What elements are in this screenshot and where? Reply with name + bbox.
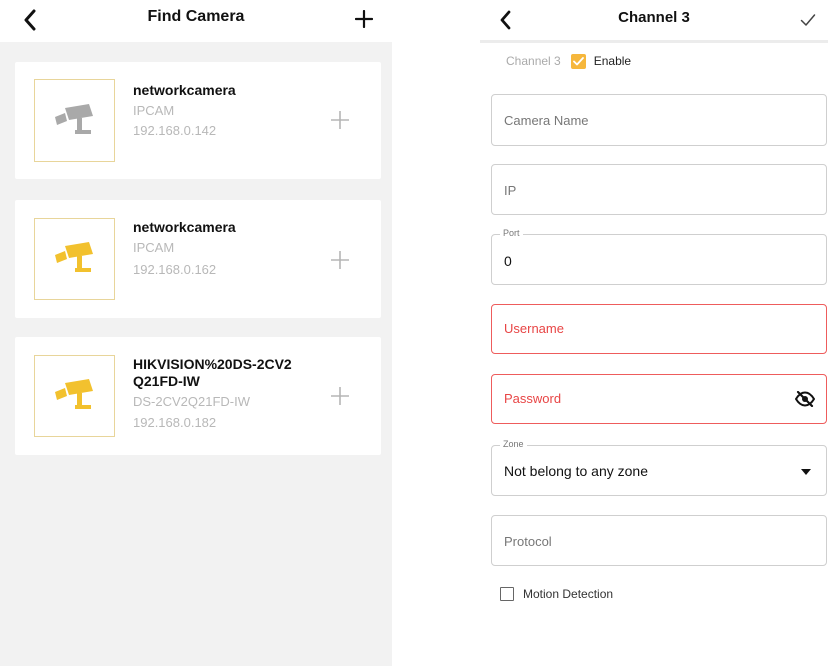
find-camera-header: Find Camera	[0, 0, 392, 42]
motion-detection-checkbox[interactable]	[500, 587, 514, 601]
zone-label: Zone	[500, 439, 527, 449]
camera-icon	[54, 379, 93, 409]
page-title: Channel 3	[618, 9, 690, 26]
camera-name-field[interactable]: Camera Name	[491, 94, 827, 146]
port-label: Port	[500, 228, 523, 238]
enable-row: Channel 3 Enable	[506, 53, 631, 69]
plus-icon	[331, 111, 349, 129]
camera-thumbnail	[34, 79, 115, 162]
camera-model: DS-2CV2Q21FD-IW	[133, 394, 251, 409]
camera-ip: 192.168.0.182	[133, 415, 217, 430]
camera-name: networkcamera	[133, 219, 236, 235]
plus-icon	[355, 10, 373, 28]
camera-list-item[interactable]: networkcamera IPCAM 192.168.0.142	[15, 62, 381, 179]
camera-list-item[interactable]: networkcamera IPCAM 192.168.0.162	[15, 200, 381, 318]
username-field[interactable]: Username	[491, 304, 827, 354]
checkmark-icon	[572, 56, 584, 65]
add-camera-button[interactable]	[350, 4, 378, 34]
enable-label: Enable	[593, 54, 632, 68]
header-divider	[480, 40, 828, 43]
camera-list: networkcamera IPCAM 192.168.0.142 networ…	[0, 42, 392, 666]
enable-checkbox[interactable]	[570, 53, 586, 69]
camera-icon	[54, 242, 93, 272]
protocol-field[interactable]: Protocol	[491, 515, 827, 566]
camera-list-item[interactable]: HIKVISION%20DS-2CV2 Q21FD-IW DS-2CV2Q21F…	[15, 337, 381, 455]
camera-model: IPCAM	[133, 240, 175, 255]
caret-down-icon	[800, 466, 812, 478]
channel-settings-screen: Channel 3 Channel 3 Enable Camera Name I…	[480, 0, 828, 612]
checkmark-icon	[800, 14, 816, 26]
plus-icon	[331, 251, 349, 269]
toggle-password-visibility[interactable]	[794, 388, 816, 410]
camera-ip: 192.168.0.162	[133, 262, 217, 277]
camera-name: HIKVISION%20DS-2CV2 Q21FD-IW	[133, 356, 292, 389]
motion-detection-label: Motion Detection	[523, 587, 614, 601]
password-field[interactable]: Password	[491, 374, 827, 424]
plus-icon	[331, 387, 349, 405]
protocol-placeholder: Protocol	[504, 534, 552, 549]
camera-ip: 192.168.0.142	[133, 123, 217, 138]
camera-model: IPCAM	[133, 103, 175, 118]
motion-detection-row: Motion Detection	[500, 586, 613, 602]
port-value: 0	[504, 253, 512, 269]
camera-thumbnail	[34, 218, 115, 300]
camera-name-placeholder: Camera Name	[504, 113, 589, 128]
password-placeholder: Password	[504, 391, 562, 406]
zone-select[interactable]: Zone Not belong to any zone	[491, 439, 827, 496]
add-camera-item-button[interactable]	[327, 247, 353, 273]
camera-thumbnail	[34, 355, 115, 437]
eye-off-icon	[795, 391, 815, 407]
save-button[interactable]	[794, 6, 822, 34]
add-camera-item-button[interactable]	[327, 107, 353, 133]
camera-name: networkcamera	[133, 82, 236, 98]
ip-field[interactable]: IP	[491, 164, 827, 215]
find-camera-screen: Find Camera networkcamera IPCAM 192.168.…	[0, 0, 392, 666]
channel-header: Channel 3	[480, 0, 828, 40]
ip-placeholder: IP	[504, 183, 517, 198]
channel-label: Channel 3	[506, 54, 561, 68]
zone-value: Not belong to any zone	[504, 463, 648, 479]
camera-icon	[54, 103, 93, 134]
page-title: Find Camera	[147, 8, 245, 25]
add-camera-item-button[interactable]	[327, 383, 353, 409]
username-placeholder: Username	[504, 321, 564, 336]
port-field[interactable]: Port 0	[491, 228, 827, 285]
